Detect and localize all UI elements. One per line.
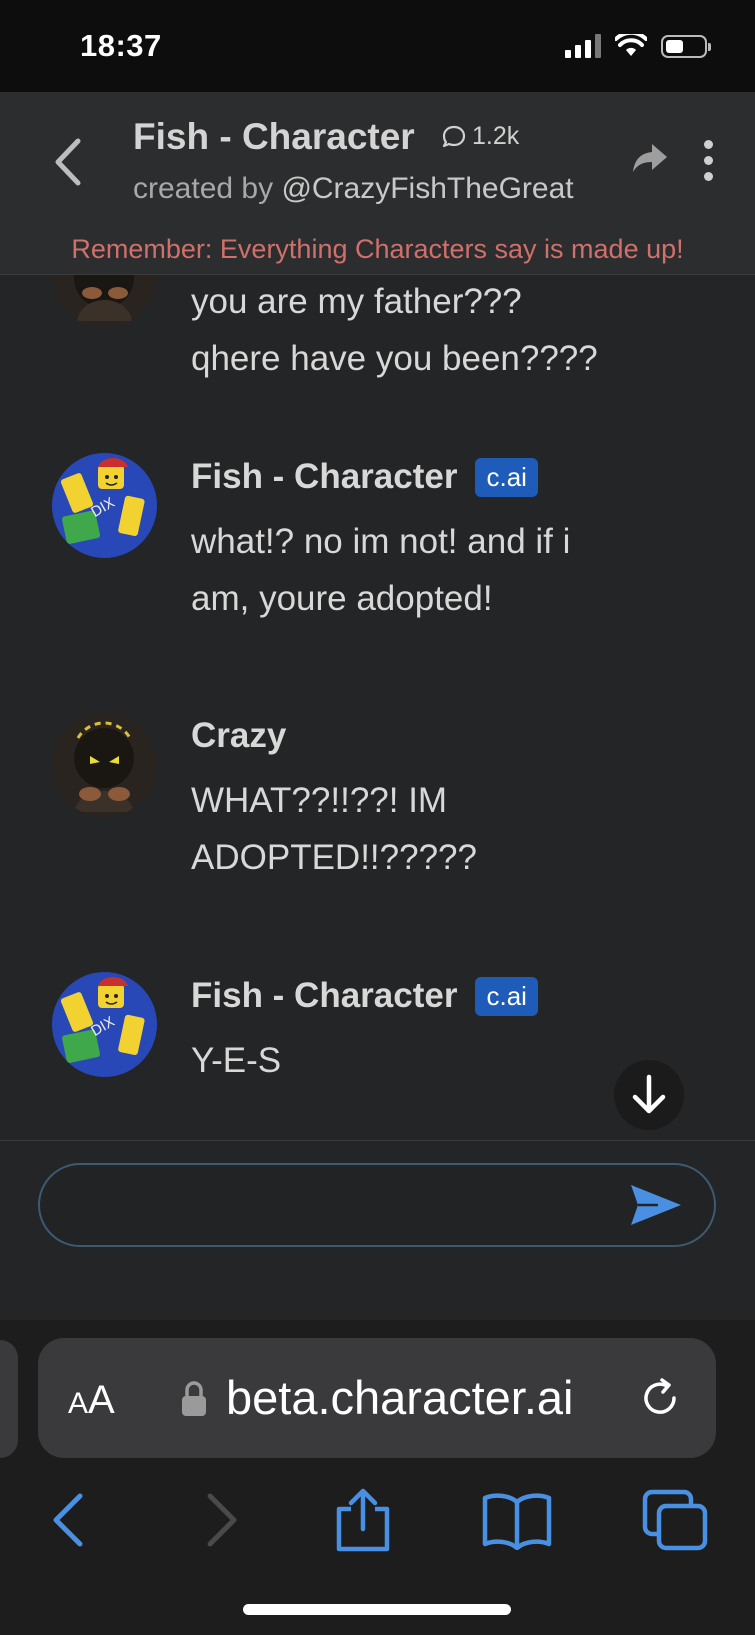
message-text: WHAT??!!??! IM ADOPTED!!?????: [191, 781, 477, 877]
browser-forward-button[interactable]: [182, 1480, 262, 1560]
made-up-warning: Remember: Everything Characters say is m…: [71, 234, 684, 264]
more-vert-icon: [703, 140, 713, 149]
chat-count: 1.2k: [440, 122, 519, 151]
share-upload-icon: [336, 1488, 390, 1552]
share-button[interactable]: [630, 140, 670, 181]
message-composer: [0, 1140, 755, 1321]
bookmarks-icon: [482, 1493, 552, 1550]
status-icons: [565, 34, 711, 58]
user-avatar[interactable]: [52, 712, 157, 817]
character-avatar[interactable]: DIX: [52, 453, 157, 558]
reader-options-button[interactable]: AA: [68, 1378, 115, 1423]
cellular-signal-icon: [565, 34, 601, 58]
message-text: you are my father??? qhere have you been…: [191, 282, 598, 378]
more-options-button[interactable]: [698, 140, 718, 181]
message-text: Y-E-S: [191, 1041, 282, 1080]
home-indicator[interactable]: [243, 1604, 511, 1615]
creator-handle[interactable]: @CrazyFishTheGreat: [281, 172, 573, 205]
browser-share-button[interactable]: [323, 1480, 403, 1560]
back-button[interactable]: [48, 132, 88, 192]
browser-bookmarks-button[interactable]: [477, 1480, 557, 1560]
creator-line[interactable]: created by @CrazyFishTheGreat: [133, 172, 574, 206]
message-author: Fish - Character c.ai: [191, 457, 538, 497]
browser-chrome: AA beta.character.ai: [0, 1320, 755, 1635]
share-icon: [633, 144, 667, 172]
character-avatar[interactable]: DIX: [52, 972, 157, 1077]
arrow-down-icon: [632, 1074, 666, 1114]
chat-messages[interactable]: you are my father??? qhere have you been…: [0, 275, 755, 1140]
status-time: 18:37: [80, 28, 162, 63]
chat-bubble-icon: [442, 125, 466, 147]
send-button[interactable]: [628, 1181, 684, 1234]
forward-arrow-icon: [207, 1493, 237, 1547]
reload-icon[interactable]: [636, 1374, 684, 1422]
url-text[interactable]: beta.character.ai: [226, 1370, 574, 1425]
browser-toolbar: [0, 1480, 755, 1580]
browser-tabs-button[interactable]: [636, 1480, 716, 1560]
message-author: Crazy: [191, 716, 287, 755]
lock-icon: [182, 1381, 206, 1416]
user-avatar[interactable]: [52, 275, 157, 328]
chat-header: Fish - Character 1.2k created by @CrazyF…: [0, 92, 755, 275]
message-input[interactable]: [38, 1163, 716, 1247]
scroll-to-bottom-button[interactable]: [614, 1060, 684, 1130]
back-chevron-icon: [55, 138, 81, 186]
message-author: Fish - Character c.ai: [191, 976, 538, 1016]
cai-badge: c.ai: [475, 457, 538, 497]
previous-tab-peek[interactable]: [0, 1340, 18, 1458]
chat-count-value: 1.2k: [472, 122, 520, 150]
creator-prefix: created by: [133, 172, 274, 205]
wifi-icon: [615, 34, 647, 56]
cai-badge: c.ai: [475, 976, 538, 1016]
message-text: what!? no im not! and if i am, youre ado…: [191, 522, 571, 618]
address-bar[interactable]: AA beta.character.ai: [38, 1338, 716, 1458]
send-icon: [631, 1185, 681, 1225]
back-arrow-icon: [53, 1493, 83, 1547]
character-title: Fish - Character: [133, 116, 415, 157]
browser-back-button[interactable]: [28, 1480, 108, 1560]
status-bar: 18:37: [0, 0, 755, 92]
tabs-icon: [642, 1489, 708, 1551]
battery-icon: [661, 34, 711, 58]
